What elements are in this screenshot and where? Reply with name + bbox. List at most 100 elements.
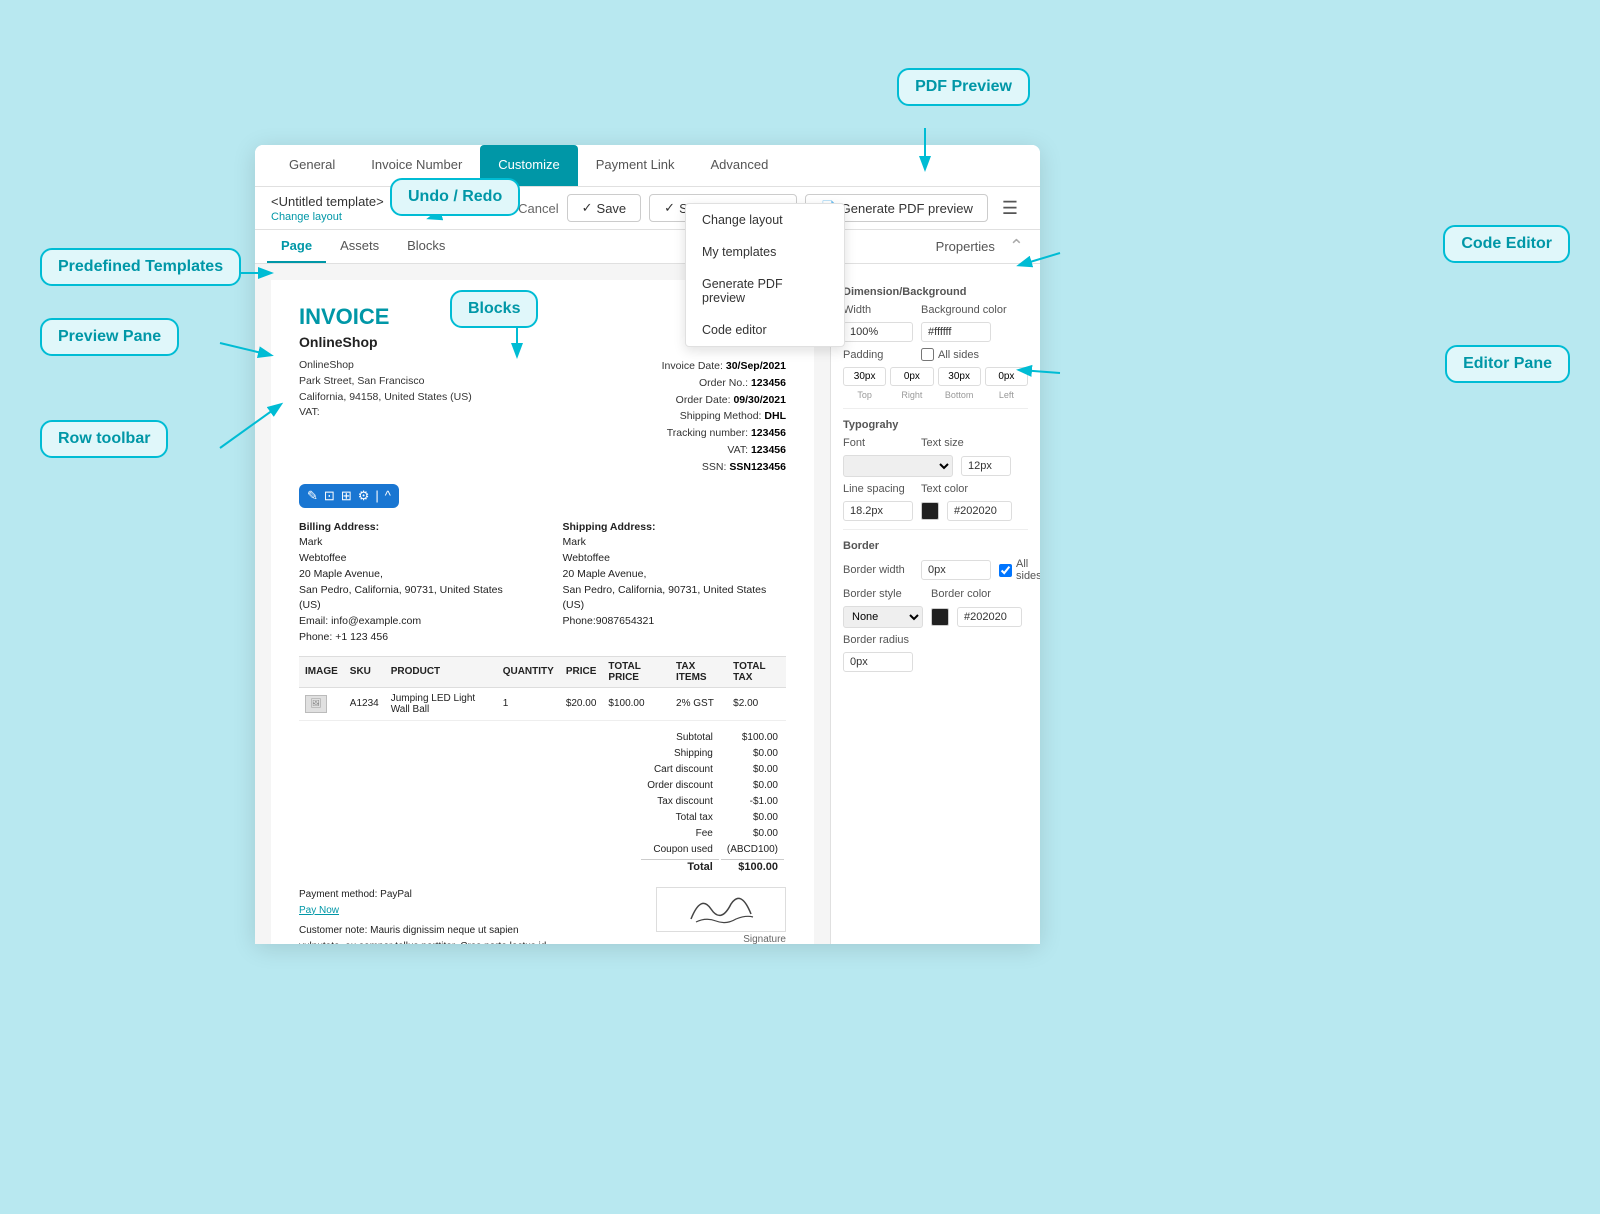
col-tax-items: TAX ITEMS [670, 656, 727, 687]
dropdown-code-editor[interactable]: Code editor [686, 314, 844, 346]
total-row: Subtotal$100.00 [641, 731, 784, 745]
chevron-up-icon[interactable]: ^ [385, 488, 391, 503]
menu-button[interactable]: ☰ [996, 196, 1024, 221]
change-layout-link[interactable]: Change layout [271, 211, 384, 223]
line-spacing-row: Line spacing Text color [843, 483, 1028, 495]
subtab-page[interactable]: Page [267, 230, 326, 263]
text-size-input[interactable] [961, 456, 1011, 476]
subtab-assets[interactable]: Assets [326, 230, 393, 263]
padding-row: Padding All sides [843, 348, 1028, 361]
tab-advanced[interactable]: Advanced [692, 145, 786, 186]
pay-now-link[interactable]: Pay Now [299, 903, 559, 919]
invoice-address: OnlineShop Park Street, San Francisco Ca… [299, 358, 472, 476]
predefined-templates-label: Predefined Templates [58, 258, 223, 275]
content-area: INVOICE OnlineShop OnlineShop Park Stree… [255, 264, 1040, 944]
border-radius-value-row [843, 652, 1028, 672]
code-editor-annotation: Code Editor [1443, 225, 1570, 263]
dropdown-change-layout[interactable]: Change layout [686, 204, 844, 236]
pdf-preview-label: PDF Preview [915, 78, 1012, 95]
totals-section: Subtotal$100.00 Shipping$0.00 Cart disco… [299, 729, 786, 877]
col-image: IMAGE [299, 656, 344, 687]
invoice-meta: Invoice Date: 30/Sep/2021 Order No.: 123… [662, 358, 786, 476]
border-section-title: Border [843, 540, 1028, 552]
dimension-section-title: Dimension/Background [843, 286, 1028, 298]
padding-grid [843, 367, 1028, 386]
width-row: Width Background color [843, 304, 1028, 316]
template-name: <Untitled template> [271, 194, 384, 209]
properties-chevron[interactable]: ⌃ [1005, 232, 1028, 261]
col-total-tax: TOTAL TAX [727, 656, 786, 687]
padding-top-input[interactable] [843, 367, 886, 386]
total-row: Coupon used(ABCD100) [641, 843, 784, 857]
grid-icon[interactable]: ⊞ [341, 488, 352, 504]
address-section: Billing Address: Mark Webtoffee 20 Maple… [299, 520, 786, 646]
font-row: Font Text size [843, 437, 1028, 449]
line-spacing-input[interactable] [843, 501, 913, 521]
total-row: Cart discount$0.00 [641, 763, 784, 777]
invoice-preview: INVOICE OnlineShop OnlineShop Park Stree… [255, 264, 830, 944]
payment-section: Payment method: PayPal Pay Now Customer … [299, 887, 786, 944]
border-radius-input[interactable] [843, 652, 913, 672]
border-style-color-value-row: None Solid Dashed Dotted [843, 606, 1028, 628]
total-row: Fee$0.00 [641, 827, 784, 841]
row-toolbar-label: Row toolbar [58, 430, 150, 447]
editor-pane: Dimension/Background Width Background co… [830, 264, 1040, 944]
dropdown-my-templates[interactable]: My templates [686, 236, 844, 268]
font-select[interactable] [843, 455, 953, 477]
invoice-table: IMAGE SKU PRODUCT QUANTITY PRICE TOTAL P… [299, 656, 786, 721]
line-spacing-value-row [843, 501, 1028, 521]
total-row: Order discount$0.00 [641, 779, 784, 793]
border-all-sides-label: All sides [999, 558, 1040, 582]
font-value-row [843, 455, 1028, 477]
settings-icon[interactable]: ⚙ [358, 488, 370, 504]
border-color-swatch[interactable] [931, 608, 949, 626]
padding-bottom-input[interactable] [938, 367, 981, 386]
total-final-row: Total$100.00 [641, 859, 784, 875]
edit-icon[interactable]: ✎ [307, 488, 318, 504]
blocks-label: Blocks [468, 300, 520, 317]
undo-redo-label: Undo / Redo [408, 188, 502, 205]
border-all-sides-checkbox[interactable] [999, 564, 1012, 577]
border-width-row: Border width All sides [843, 558, 1028, 582]
width-input[interactable] [843, 322, 913, 342]
dropdown-menu: Change layout My templates Generate PDF … [685, 203, 845, 347]
border-style-color-row: Border style Border color [843, 588, 1028, 600]
divider-icon: | [375, 488, 378, 503]
text-color-input[interactable] [947, 501, 1012, 521]
save-button[interactable]: ✓ Save [567, 194, 642, 222]
total-row: Total tax$0.00 [641, 811, 784, 825]
signature-section: Signature [656, 887, 786, 944]
border-color-input[interactable] [957, 607, 1022, 627]
tab-general[interactable]: General [271, 145, 353, 186]
padding-right-input[interactable] [890, 367, 933, 386]
payment-info: Payment method: PayPal Pay Now Customer … [299, 887, 559, 944]
copy-icon[interactable]: ⊡ [324, 488, 335, 504]
col-price: PRICE [560, 656, 603, 687]
border-style-select[interactable]: None Solid Dashed Dotted [843, 606, 923, 628]
row-toolbar-widget[interactable]: ✎ ⊡ ⊞ ⚙ | ^ [299, 484, 399, 508]
preview-pane-label: Preview Pane [58, 328, 161, 345]
preview-pane-annotation: Preview Pane [40, 318, 179, 356]
padding-left-input[interactable] [985, 367, 1028, 386]
table-row: 🖼 A1234 Jumping LED Light Wall Ball 1 $2… [299, 687, 786, 720]
col-product: PRODUCT [385, 656, 497, 687]
tab-payment-link[interactable]: Payment Link [578, 145, 693, 186]
editor-container: General Invoice Number Customize Payment… [255, 145, 1040, 944]
predefined-templates-annotation: Predefined Templates [40, 248, 241, 286]
toolbar-row: <Untitled template> Change layout ↩ ↪ → … [255, 187, 1040, 230]
billing-address: Billing Address: Mark Webtoffee 20 Maple… [299, 520, 523, 646]
undo-redo-annotation: Undo / Redo [390, 178, 520, 216]
properties-label: Properties [926, 231, 1005, 262]
subtab-blocks[interactable]: Blocks [393, 230, 459, 263]
padding-labels: Top Right Bottom Left [843, 390, 1028, 400]
typography-section-title: Typograhy [843, 419, 1028, 431]
bg-color-input[interactable] [921, 322, 991, 342]
text-color-swatch[interactable] [921, 502, 939, 520]
totals-table: Subtotal$100.00 Shipping$0.00 Cart disco… [639, 729, 786, 877]
template-name-wrapper: <Untitled template> Change layout [271, 193, 384, 223]
border-width-input[interactable] [921, 560, 991, 580]
editor-pane-label: Editor Pane [1463, 355, 1552, 372]
invoice-document: INVOICE OnlineShop OnlineShop Park Stree… [271, 280, 814, 944]
all-sides-checkbox[interactable] [921, 348, 934, 361]
dropdown-generate-pdf[interactable]: Generate PDF preview [686, 268, 844, 314]
